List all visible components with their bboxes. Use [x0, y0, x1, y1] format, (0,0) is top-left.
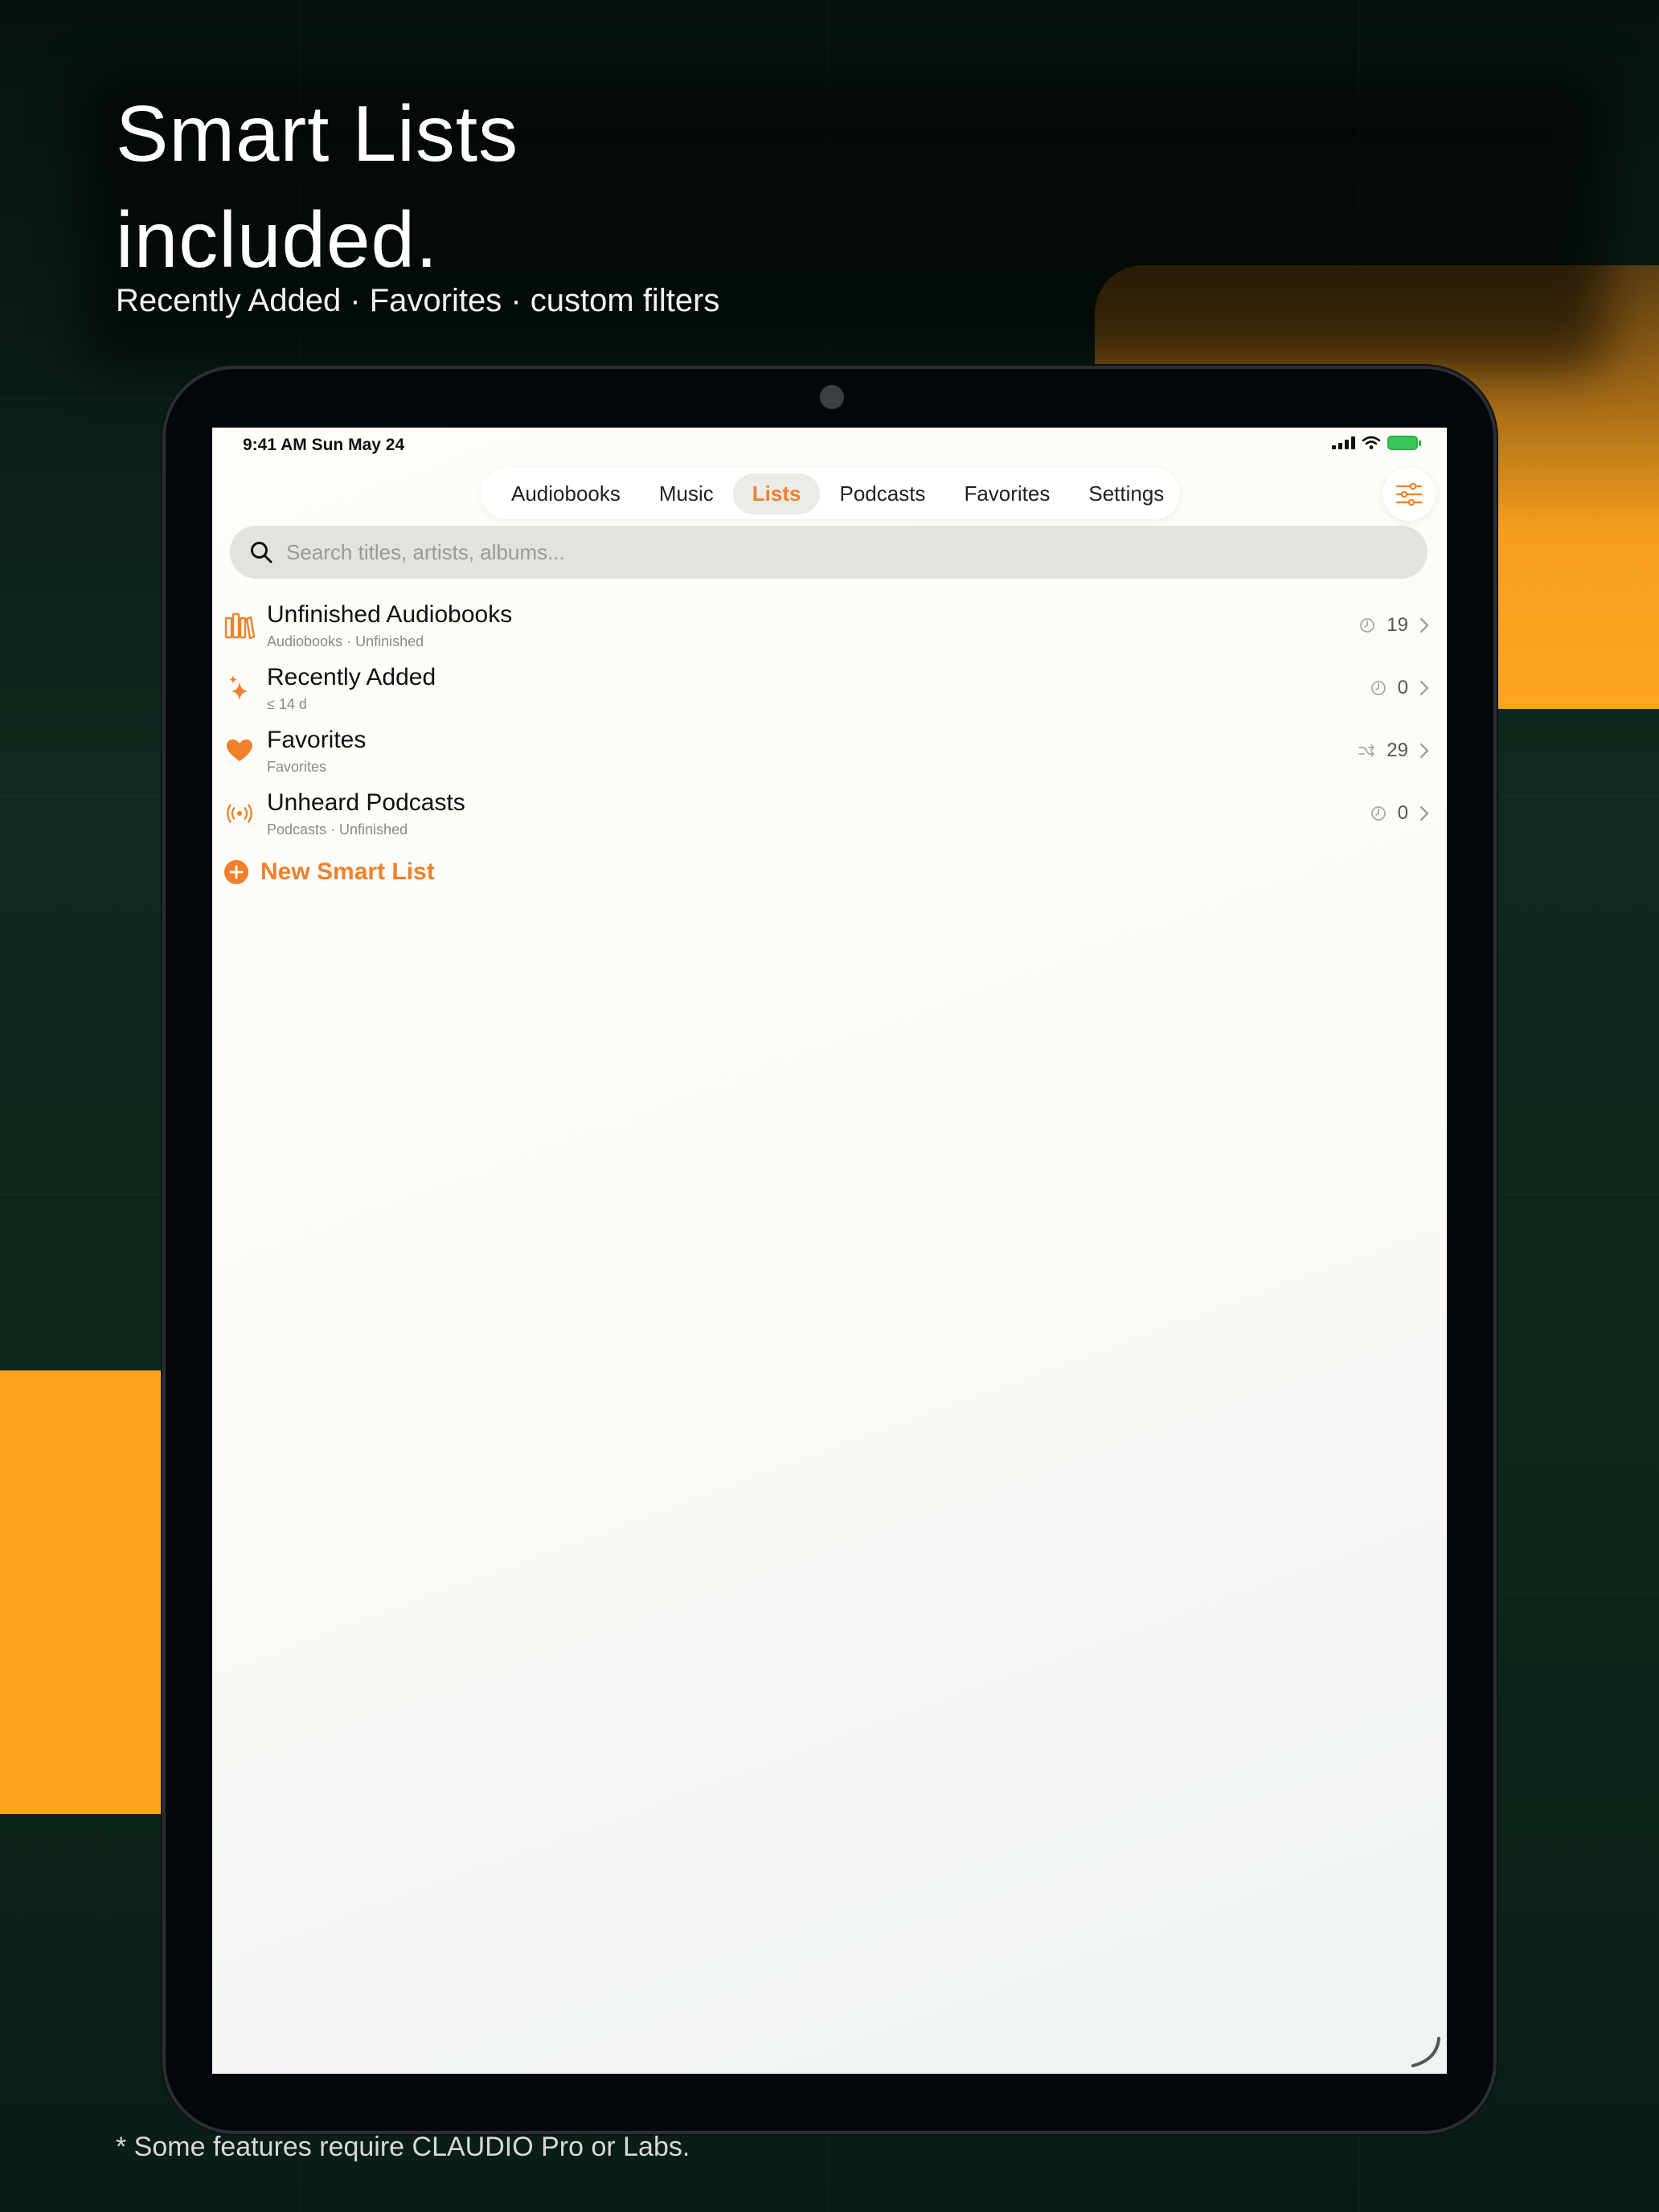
shuffle-icon: [1358, 744, 1375, 757]
resize-handle-icon: [1411, 2037, 1440, 2067]
app-screen: 9:41 AM Sun May 24 Audiobooks Music List…: [212, 428, 1447, 2074]
signal-icon: [1332, 436, 1355, 449]
clock-icon: [1360, 618, 1375, 633]
clock-icon: [1370, 681, 1386, 695]
list-item-favorites[interactable]: Favorites Favorites 29: [212, 722, 1447, 784]
search-input[interactable]: [286, 539, 1331, 565]
list-item-unheard-podcasts[interactable]: Unheard Podcasts Podcasts · Unfinished 0: [212, 784, 1447, 847]
new-smart-list-button[interactable]: New Smart List: [223, 858, 435, 886]
clock-icon: [1370, 806, 1386, 821]
chevron-right-icon: [1419, 805, 1429, 821]
list-item-subtitle: Favorites: [267, 759, 327, 775]
status-time: 9:41 AM Sun May 24: [243, 436, 405, 454]
smart-list: Unfinished Audiobooks Audiobooks · Unfin…: [212, 596, 1447, 847]
battery-icon: [1387, 436, 1421, 450]
search-icon: [251, 542, 272, 563]
orange-panel-left: [0, 1370, 161, 1814]
list-item-subtitle: ≤ 14 d: [267, 696, 307, 712]
plus-circle-icon: [224, 860, 248, 884]
list-item-title: Recently Added: [267, 664, 436, 690]
status-bar: 9:41 AM Sun May 24: [212, 428, 1447, 468]
tab-lists[interactable]: Lists: [732, 473, 821, 514]
marketing-subheadline: Recently Added · Favorites · custom filt…: [116, 283, 720, 318]
camera-icon: [820, 385, 844, 409]
new-smart-list-label: New Smart List: [260, 858, 435, 885]
wifi-icon: [1362, 436, 1381, 449]
footnote: * Some features require CLAUDIO Pro or L…: [116, 2132, 690, 2162]
tab-settings[interactable]: Settings: [1069, 473, 1183, 514]
tab-favorites[interactable]: Favorites: [944, 473, 1069, 514]
tab-audiobooks[interactable]: Audiobooks: [492, 473, 640, 514]
list-item-recently-added[interactable]: Recently Added ≤ 14 d 0: [212, 659, 1447, 722]
list-item-title: Unfinished Audiobooks: [267, 601, 513, 628]
tab-podcasts[interactable]: Podcasts: [820, 473, 944, 514]
list-item-count: 0: [1397, 802, 1408, 824]
headline-line-2: included.: [116, 195, 439, 284]
chevron-right-icon: [1419, 680, 1429, 696]
list-item-title: Favorites: [267, 727, 367, 753]
heart-icon: [223, 735, 256, 767]
list-item-count: 29: [1387, 739, 1408, 761]
list-item-count: 0: [1397, 677, 1408, 698]
chevron-right-icon: [1419, 743, 1429, 759]
headline-line-1: Smart Lists: [116, 89, 519, 178]
tablet-frame: 9:41 AM Sun May 24 Audiobooks Music List…: [162, 366, 1497, 2134]
list-item-unfinished-audiobooks[interactable]: Unfinished Audiobooks Audiobooks · Unfin…: [212, 596, 1447, 659]
tab-bar: Audiobooks Music Lists Podcasts Favorite…: [481, 468, 1180, 519]
status-icons: [1332, 436, 1421, 450]
list-item-subtitle: Audiobooks · Unfinished: [267, 633, 424, 649]
tab-music[interactable]: Music: [640, 473, 733, 514]
books-icon: [223, 609, 256, 641]
broadcast-icon: [223, 797, 256, 830]
search-bar[interactable]: [230, 526, 1428, 579]
list-item-title: Unheard Podcasts: [267, 789, 465, 816]
marketing-headline: Smart Lists included.: [116, 80, 518, 293]
chevron-right-icon: [1419, 617, 1429, 633]
list-item-count: 19: [1387, 614, 1408, 636]
sparkle-icon: [223, 672, 256, 704]
list-item-subtitle: Podcasts · Unfinished: [267, 821, 408, 838]
sliders-icon: [1395, 482, 1423, 506]
filter-button[interactable]: [1382, 468, 1436, 521]
